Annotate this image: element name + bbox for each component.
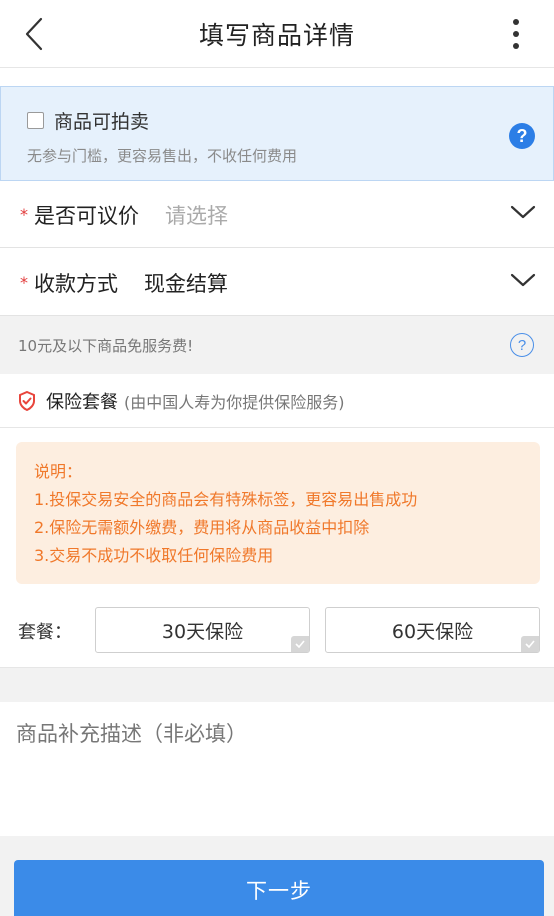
payment-method-value: 现金结算 [144,271,228,296]
back-chevron-icon [25,17,43,51]
plan-option-label: 30天保险 [161,620,244,643]
insurance-plan-row: 套餐： 30天保险 60天保险 [0,604,554,668]
negotiable-value: 请选择 [165,203,228,228]
service-fee-notice: 10元及以下商品免服务费! ? [0,316,554,374]
description-input[interactable] [0,702,554,836]
plan-option-60-days[interactable]: 60天保险 [325,607,540,653]
notice-line: 说明： [34,462,83,481]
insurance-header: 保险套餐 (由中国人寿为你提供保险服务) [0,374,554,428]
chevron-down-icon [510,205,536,219]
notice-line: 1.投保交易安全的商品会有特殊标签，更容易出售成功 [34,490,418,509]
chevron-down-icon [510,273,536,287]
payment-method-label: 收款方式 [34,271,118,296]
required-mark: * [20,205,28,224]
page-title: 填写商品详情 [198,20,355,50]
payment-method-select[interactable]: * 收款方式 现金结算 [0,250,554,316]
auction-option: 商品可拍卖 无参与门槛，更容易售出，不收任何费用 ? [0,86,554,181]
shield-icon [19,390,35,411]
help-circle-icon[interactable]: ? [509,123,535,149]
auction-label: 商品可拍卖 [54,111,150,133]
help-circle-outline-icon[interactable]: ? [510,333,534,357]
plan-label: 套餐： [18,622,72,643]
plan-option-30-days[interactable]: 30天保险 [95,607,310,653]
required-mark: * [20,273,28,292]
negotiable-label: 是否可议价 [34,203,139,228]
auction-description: 无参与门槛，更容易售出，不收任何费用 [27,147,298,165]
notice-line: 3.交易不成功不收取任何保险费用 [34,546,274,565]
more-vertical-icon [513,19,519,49]
check-icon [521,636,539,652]
insurance-subtitle: (由中国人寿为你提供保险服务) [124,392,345,412]
service-fee-text: 10元及以下商品免服务费! [18,336,194,355]
auction-checkbox[interactable] [27,112,44,129]
section-divider [0,668,554,702]
insurance-title: 保险套餐 [46,391,118,413]
check-icon [291,636,309,652]
negotiable-select[interactable]: * 是否可议价 请选择 [0,182,554,248]
more-menu-button[interactable] [506,14,526,54]
plan-option-label: 60天保险 [391,620,474,643]
notice-line: 2.保险无需额外缴费，费用将从商品收益中扣除 [34,518,370,537]
next-step-button[interactable]: 下一步 [14,860,544,916]
back-button[interactable] [14,14,54,54]
auction-checkbox-row[interactable]: 商品可拍卖 [27,107,149,134]
header-bar: 填写商品详情 [0,0,554,68]
insurance-notice: 说明： 1.投保交易安全的商品会有特殊标签，更容易出售成功 2.保险无需额外缴费… [16,442,540,584]
